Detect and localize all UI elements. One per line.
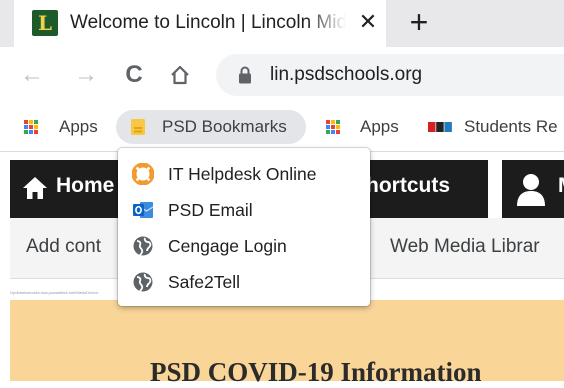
bookmark-apps[interactable]: Apps bbox=[14, 110, 104, 144]
menu-item-label: IT Helpdesk Online bbox=[168, 164, 317, 184]
nav-home-link[interactable]: Home bbox=[10, 160, 130, 218]
menu-item-cengage-login[interactable]: Cengage Login bbox=[118, 228, 370, 264]
bookmark-apps[interactable]: Apps bbox=[316, 110, 408, 144]
menu-item-label: PSD Email bbox=[168, 200, 253, 220]
address-bar[interactable]: lin.psdschools.org bbox=[216, 54, 564, 96]
bookmark-label: Students Re bbox=[464, 117, 558, 136]
tab-title: Welcome to Lincoln | Lincoln Middle Scho… bbox=[70, 10, 346, 36]
bookmark-label: Apps bbox=[59, 117, 98, 136]
url-text: lin.psdschools.org bbox=[270, 64, 423, 85]
covid-banner: PSD COVID-19 Information bbox=[10, 300, 564, 387]
apps-grid-icon bbox=[24, 120, 38, 134]
forward-icon[interactable]: → bbox=[70, 59, 102, 91]
menu-item-it-helpdesk[interactable]: IT Helpdesk Online bbox=[118, 156, 370, 192]
menu-item-label: Cengage Login bbox=[168, 236, 287, 256]
home-icon[interactable] bbox=[164, 59, 196, 91]
outlook-icon bbox=[133, 202, 154, 218]
bookmark-students[interactable]: Students Re bbox=[418, 110, 564, 144]
folder-icon bbox=[131, 119, 145, 135]
bookmark-label: PSD Bookmarks bbox=[162, 117, 287, 136]
covid-title[interactable]: PSD COVID-19 Information bbox=[150, 357, 482, 388]
close-tab-icon[interactable]: ✕ bbox=[354, 8, 382, 36]
lock-icon bbox=[239, 66, 251, 84]
apps-grid-icon bbox=[326, 120, 340, 134]
browser-tab[interactable]: L Welcome to Lincoln | Lincoln Middle Sc… bbox=[14, 0, 386, 47]
bookmark-label: Apps bbox=[360, 117, 399, 136]
bookmark-psd-folder[interactable]: PSD Bookmarks bbox=[116, 110, 306, 144]
nav-home-label: Home bbox=[56, 174, 115, 197]
psd-bookmarks-menu: IT Helpdesk Online PSD Email Cengage Log… bbox=[118, 148, 370, 306]
globe-icon bbox=[133, 236, 153, 256]
tab-strip: L Welcome to Lincoln | Lincoln Middle Sc… bbox=[0, 0, 564, 47]
menu-item-safe2tell[interactable]: Safe2Tell bbox=[118, 264, 370, 300]
nav-divider bbox=[488, 160, 502, 218]
nav-shortcuts-link[interactable]: hortcuts bbox=[366, 174, 450, 198]
reload-icon[interactable]: C bbox=[118, 59, 150, 91]
new-tab-icon[interactable]: + bbox=[402, 6, 436, 40]
breadcrumb-text: Opdbbebweosbv.ssw.pswaddtes.net/MiedsDev… bbox=[10, 290, 99, 295]
globe-icon bbox=[133, 272, 153, 292]
add-content-link[interactable]: Add cont bbox=[26, 236, 101, 258]
site-favicon: L bbox=[32, 10, 58, 36]
home-icon bbox=[23, 177, 47, 199]
menu-item-psd-email[interactable]: PSD Email bbox=[118, 192, 370, 228]
lifebuoy-icon bbox=[132, 163, 154, 185]
browser-toolbar: ← → C lin.psdschools.org bbox=[0, 47, 564, 103]
nav-user-label[interactable]: M bbox=[558, 174, 564, 198]
bookmarks-bar: Apps PSD Bookmarks Apps Students Re bbox=[0, 103, 564, 152]
user-icon[interactable] bbox=[516, 172, 546, 206]
back-icon[interactable]: ← bbox=[16, 59, 48, 91]
web-media-library-link[interactable]: Web Media Librar bbox=[390, 236, 540, 258]
menu-item-label: Safe2Tell bbox=[168, 272, 240, 292]
npr-icon bbox=[428, 122, 452, 132]
